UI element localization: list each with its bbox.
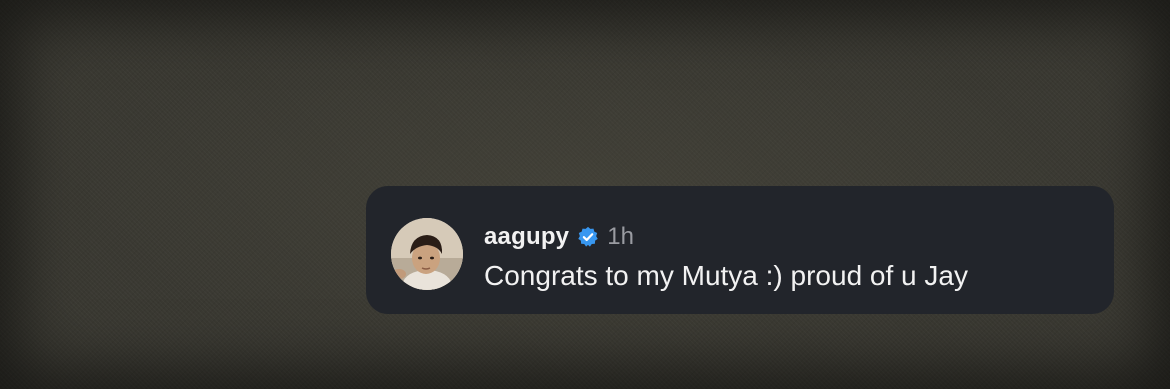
- comment-timestamp: 1h: [607, 223, 634, 250]
- username[interactable]: aagupy: [484, 223, 569, 251]
- avatar-photo-icon: [391, 218, 463, 290]
- comment-card[interactable]: aagupy 1h Congrats to my Mutya :) proud …: [366, 186, 1114, 314]
- avatar[interactable]: [391, 218, 463, 290]
- verified-badge-icon: [577, 226, 599, 248]
- comment-header: aagupy 1h: [484, 222, 634, 252]
- comment-text: Congrats to my Mutya :) proud of u Jay: [484, 260, 968, 291]
